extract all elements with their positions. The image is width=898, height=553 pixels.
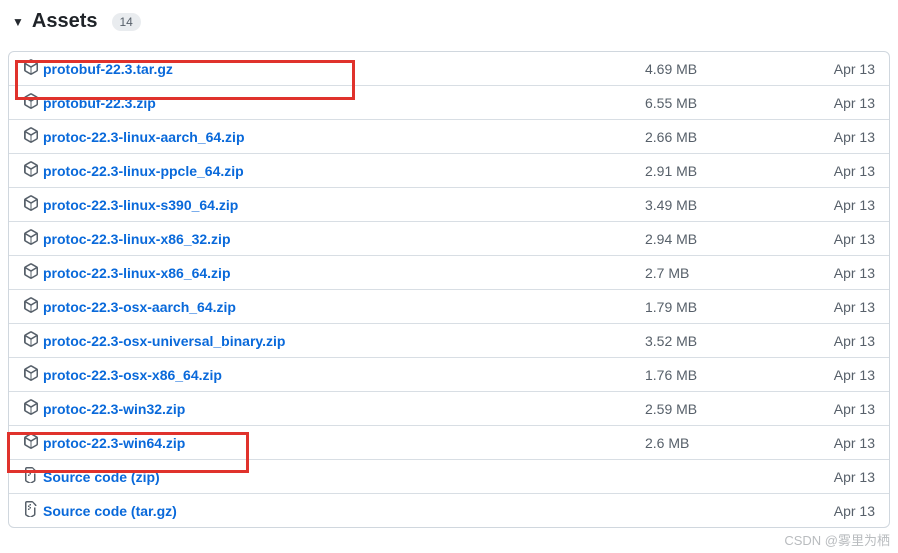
package-icon — [23, 297, 39, 316]
asset-row: protoc-22.3-linux-x86_32.zip 2.94 MBApr 1… — [9, 221, 889, 255]
asset-date: Apr 13 — [815, 129, 875, 145]
asset-size: 2.6 MB — [645, 435, 815, 451]
asset-left: protoc-22.3-win32.zip — [23, 399, 645, 418]
asset-date: Apr 13 — [815, 469, 875, 485]
asset-row: protoc-22.3-win64.zip 2.6 MBApr 13 — [9, 425, 889, 459]
asset-link[interactable]: protoc-22.3-linux-aarch_64.zip — [43, 129, 245, 145]
asset-row: protoc-22.3-osx-aarch_64.zip 1.79 MBApr 1… — [9, 289, 889, 323]
asset-row: Source code (tar.gz) Apr 13 — [9, 493, 889, 527]
asset-row: protoc-22.3-win32.zip 2.59 MBApr 13 — [9, 391, 889, 425]
package-icon — [23, 195, 39, 214]
asset-link[interactable]: protoc-22.3-osx-universal_binary.zip — [43, 333, 285, 349]
asset-link[interactable]: protobuf-22.3.zip — [43, 95, 156, 111]
asset-row: protoc-22.3-linux-x86_64.zip 2.7 MBApr 13 — [9, 255, 889, 289]
asset-size: 2.94 MB — [645, 231, 815, 247]
package-icon — [23, 127, 39, 146]
package-icon — [23, 229, 39, 248]
asset-left: protoc-22.3-osx-x86_64.zip — [23, 365, 645, 384]
asset-date: Apr 13 — [815, 503, 875, 519]
asset-date: Apr 13 — [815, 265, 875, 281]
asset-left: protoc-22.3-linux-x86_64.zip — [23, 263, 645, 282]
asset-date: Apr 13 — [815, 435, 875, 451]
asset-link[interactable]: Source code (zip) — [43, 469, 160, 485]
asset-size: 2.66 MB — [645, 129, 815, 145]
asset-size: 6.55 MB — [645, 95, 815, 111]
asset-row: protoc-22.3-linux-s390_64.zip 3.49 MBApr … — [9, 187, 889, 221]
asset-row: Source code (zip) Apr 13 — [9, 459, 889, 493]
asset-date: Apr 13 — [815, 95, 875, 111]
asset-left: Source code (zip) — [23, 467, 645, 486]
assets-count-badge: 14 — [112, 13, 141, 31]
watermark-text: CSDN @雾里为栖 — [784, 530, 890, 549]
asset-link[interactable]: Source code (tar.gz) — [43, 503, 177, 519]
asset-link[interactable]: protoc-22.3-win64.zip — [43, 435, 185, 451]
asset-row: protoc-22.3-linux-ppcle_64.zip 2.91 MBApr… — [9, 153, 889, 187]
asset-link[interactable]: protoc-22.3-linux-ppcle_64.zip — [43, 163, 244, 179]
asset-link[interactable]: protoc-22.3-win32.zip — [43, 401, 185, 417]
package-icon — [23, 263, 39, 282]
asset-date: Apr 13 — [815, 197, 875, 213]
asset-left: protobuf-22.3.tar.gz — [23, 59, 645, 78]
asset-link[interactable]: protoc-22.3-osx-aarch_64.zip — [43, 299, 236, 315]
package-icon — [23, 93, 39, 112]
assets-header[interactable]: ▼ Assets 14 — [8, 0, 890, 51]
asset-left: protoc-22.3-linux-aarch_64.zip — [23, 127, 645, 146]
asset-left: Source code (tar.gz) — [23, 501, 645, 520]
package-icon — [23, 161, 39, 180]
assets-title: Assets — [32, 10, 98, 33]
asset-row: protoc-22.3-linux-aarch_64.zip 2.66 MBApr… — [9, 119, 889, 153]
file-zip-icon — [23, 501, 39, 520]
asset-date: Apr 13 — [815, 231, 875, 247]
caret-down-icon: ▼ — [12, 15, 24, 29]
package-icon — [23, 59, 39, 78]
package-icon — [23, 399, 39, 418]
asset-left: protoc-22.3-osx-aarch_64.zip — [23, 297, 645, 316]
asset-left: protobuf-22.3.zip — [23, 93, 645, 112]
asset-date: Apr 13 — [815, 163, 875, 179]
asset-size: 2.59 MB — [645, 401, 815, 417]
asset-left: protoc-22.3-win64.zip — [23, 433, 645, 452]
asset-row: protobuf-22.3.tar.gz 4.69 MBApr 13 — [9, 52, 889, 85]
asset-left: protoc-22.3-osx-universal_binary.zip — [23, 331, 645, 350]
asset-row: protobuf-22.3.zip 6.55 MBApr 13 — [9, 85, 889, 119]
package-icon — [23, 433, 39, 452]
asset-size: 1.79 MB — [645, 299, 815, 315]
package-icon — [23, 331, 39, 350]
asset-size: 2.91 MB — [645, 163, 815, 179]
asset-date: Apr 13 — [815, 299, 875, 315]
asset-left: protoc-22.3-linux-ppcle_64.zip — [23, 161, 645, 180]
asset-link[interactable]: protoc-22.3-osx-x86_64.zip — [43, 367, 222, 383]
asset-size: 1.76 MB — [645, 367, 815, 383]
asset-size: 2.7 MB — [645, 265, 815, 281]
asset-link[interactable]: protoc-22.3-linux-x86_64.zip — [43, 265, 231, 281]
asset-date: Apr 13 — [815, 61, 875, 77]
asset-row: protoc-22.3-osx-x86_64.zip 1.76 MBApr 13 — [9, 357, 889, 391]
file-zip-icon — [23, 467, 39, 486]
asset-left: protoc-22.3-linux-s390_64.zip — [23, 195, 645, 214]
asset-left: protoc-22.3-linux-x86_32.zip — [23, 229, 645, 248]
asset-row: protoc-22.3-osx-universal_binary.zip 3.52… — [9, 323, 889, 357]
asset-link[interactable]: protoc-22.3-linux-x86_32.zip — [43, 231, 231, 247]
package-icon — [23, 365, 39, 384]
asset-date: Apr 13 — [815, 367, 875, 383]
asset-size: 3.49 MB — [645, 197, 815, 213]
asset-size: 3.52 MB — [645, 333, 815, 349]
asset-date: Apr 13 — [815, 333, 875, 349]
assets-list: protobuf-22.3.tar.gz4.69 MBApr 13protobu… — [8, 51, 890, 528]
asset-size: 4.69 MB — [645, 61, 815, 77]
asset-date: Apr 13 — [815, 401, 875, 417]
asset-link[interactable]: protoc-22.3-linux-s390_64.zip — [43, 197, 238, 213]
asset-link[interactable]: protobuf-22.3.tar.gz — [43, 61, 173, 77]
